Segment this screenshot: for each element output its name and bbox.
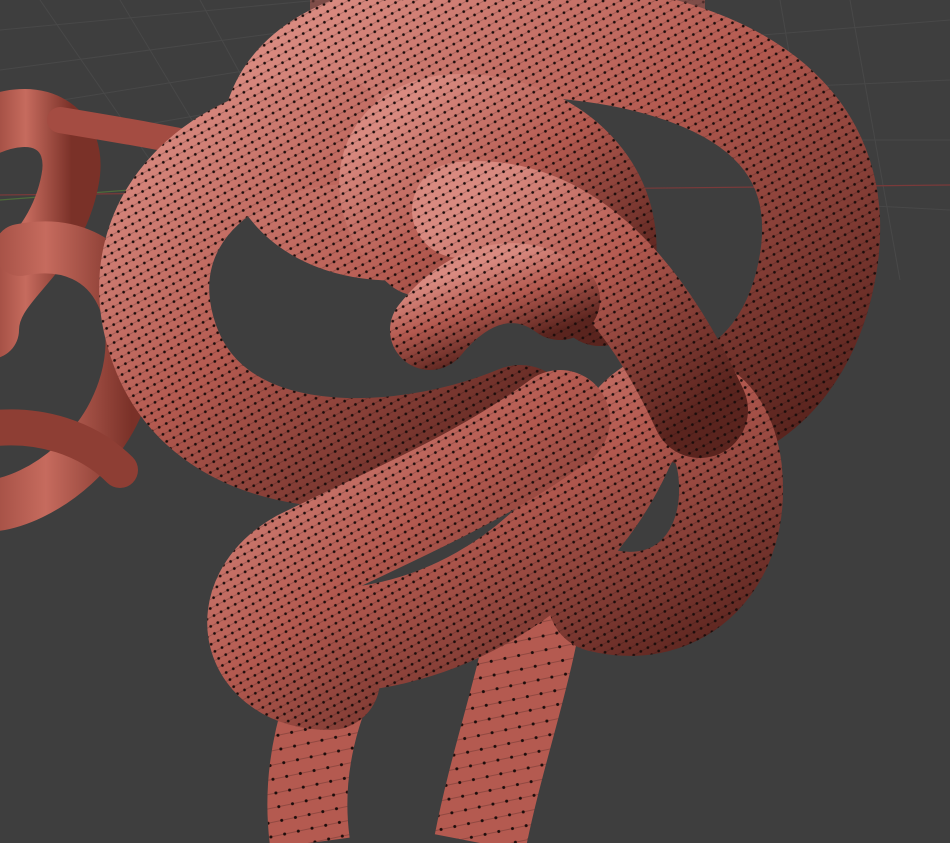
viewport-canvas[interactable] <box>0 0 950 843</box>
selected-knot-mesh[interactable] <box>99 0 881 730</box>
3d-viewport[interactable] <box>0 0 950 843</box>
